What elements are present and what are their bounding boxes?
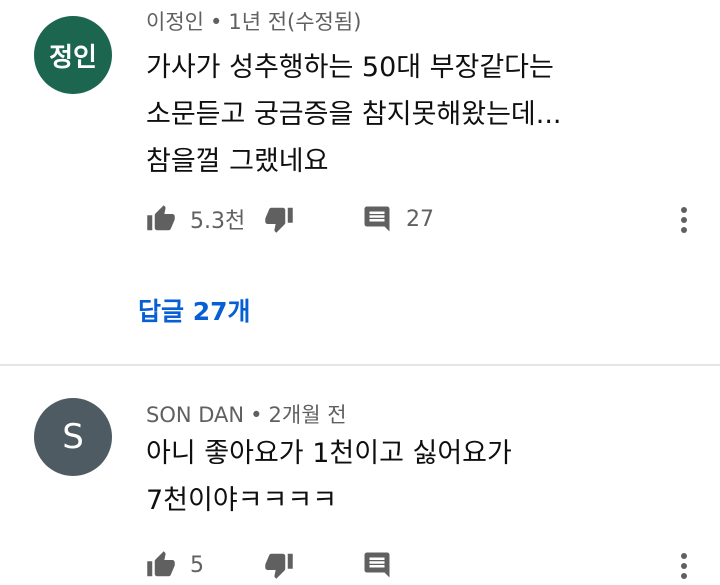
like-button[interactable]: 5.3천 [146,203,264,235]
reply-button[interactable]: 27 [362,204,434,234]
thumb-down-icon [265,207,293,233]
more-options-button[interactable] [676,549,692,583]
more-vert-icon [681,207,687,233]
comment-time[interactable]: 2개월 전 [269,403,347,427]
thumb-up-icon [147,551,175,577]
comment-line: 가사가 성추행하는 50대 부장같다는 [146,52,554,83]
reply-button[interactable] [362,550,392,580]
comment-text: 아니 좋아요가 1천이고 싫어요가 7천이야ㅋㅋㅋㅋ [146,430,512,524]
reply-icon [364,206,390,232]
thumb-down-icon [265,553,293,579]
comment-line: 아니 좋아요가 1천이고 싫어요가 [146,438,512,469]
author-name[interactable]: SON DAN [146,403,244,427]
comment-actions: 5 [146,548,392,582]
more-options-button[interactable] [676,203,692,237]
comment-line: 소문듣고 궁금증을 참지못해왔는데... [146,99,562,130]
comment-text: 가사가 성추행하는 50대 부장같다는 소문듣고 궁금증을 참지못해왔는데...… [146,44,562,185]
author-name[interactable]: 이정인 [146,10,204,34]
comment-actions: 5.3천 27 [146,202,434,236]
comment-line: 참을껄 그랬네요 [146,146,329,177]
avatar[interactable]: S [34,398,112,476]
comment-item: S SON DAN • 2개월 전 아니 좋아요가 1천이고 싫어요가 7천이야ㅋㅋ… [0,366,720,585]
meta-separator: • [250,403,263,427]
avatar[interactable]: 정인 [34,16,112,94]
comment-meta: 이정인 • 1년 전(수정됨) [146,6,361,36]
more-vert-icon [681,553,687,579]
reply-count: 27 [406,206,434,232]
comment-item: 정인 이정인 • 1년 전(수정됨) 가사가 성추행하는 50대 부장같다는 소문듣… [0,0,720,365]
comment-meta: SON DAN • 2개월 전 [146,399,347,429]
dislike-button[interactable] [264,550,362,580]
comment-line: 7천이야ㅋㅋㅋㅋ [146,485,338,516]
meta-separator: • [209,10,223,34]
dislike-button[interactable] [264,204,362,234]
like-count: 5.3천 [190,209,246,234]
thumb-up-icon [147,205,175,231]
view-replies-link[interactable]: 답글 27개 [138,292,251,328]
reply-icon [364,552,390,578]
like-button[interactable]: 5 [146,550,264,580]
like-count: 5 [190,552,204,578]
comment-time[interactable]: 1년 전(수정됨) [228,10,361,34]
